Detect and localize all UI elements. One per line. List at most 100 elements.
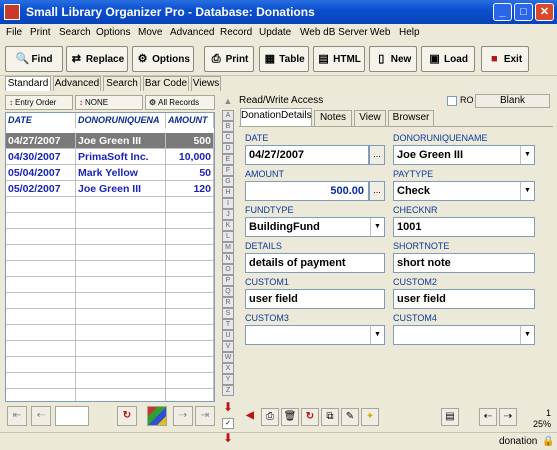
menu-update[interactable]: Update <box>259 27 291 38</box>
refresh-icon[interactable]: ↻ <box>117 406 137 426</box>
column-header-amount[interactable]: AMOUNT <box>166 113 214 128</box>
tab-bar-code[interactable]: Bar Code <box>143 76 189 91</box>
custom2-field[interactable]: user field <box>393 289 535 309</box>
menu-web-db-server[interactable]: Web dB Server <box>300 27 368 38</box>
alphabet-key-e[interactable]: E <box>222 154 234 165</box>
delete-icon[interactable]: 🗑 <box>281 408 299 426</box>
tab-donation-details[interactable]: DonationDetails <box>240 108 312 126</box>
sort-entry-order-button[interactable]: ↕ Entry Order <box>5 95 73 110</box>
refresh-record-icon[interactable]: ↻ <box>301 408 319 426</box>
fundtype-field[interactable]: BuildingFund <box>245 217 385 237</box>
column-header-donor[interactable]: DONORUNIQUENA <box>76 113 166 128</box>
table-row[interactable]: 04/27/2007 Joe Green III 500 <box>6 133 214 149</box>
next-page-icon[interactable]: ⇢ <box>173 406 193 426</box>
alphabet-key-c[interactable]: C <box>222 132 234 143</box>
html-button[interactable]: ▤ HTML <box>313 46 365 72</box>
alphabet-key-q[interactable]: Q <box>222 286 234 297</box>
alphabet-key-t[interactable]: T <box>222 319 234 330</box>
down-arrow-icon[interactable]: ⬇ <box>222 401 234 413</box>
menu-search[interactable]: Search <box>59 27 91 38</box>
alphabet-key-k[interactable]: K <box>222 220 234 231</box>
alphabet-key-x[interactable]: X <box>222 363 234 374</box>
donor-field[interactable]: Joe Green III <box>393 145 535 165</box>
tip-lightbulb-icon[interactable]: ✦ <box>361 408 379 426</box>
menu-advanced[interactable]: Advanced <box>170 27 214 38</box>
alphabet-key-r[interactable]: R <box>222 297 234 308</box>
alphabet-key-p[interactable]: P <box>222 275 234 286</box>
read-only-checkbox[interactable] <box>447 96 457 106</box>
alphabet-key-l[interactable]: L <box>222 231 234 242</box>
check-box[interactable]: ✓ <box>222 418 234 429</box>
down-arrow-icon[interactable]: ⬇ <box>223 432 233 444</box>
alphabet-key-i[interactable]: I <box>222 198 234 209</box>
print-button[interactable]: ⎙ Print <box>204 46 254 72</box>
checknr-field[interactable]: 1001 <box>393 217 535 237</box>
last-record-icon[interactable]: ⇥ <box>195 406 215 426</box>
paytype-dropdown-icon[interactable]: ▼ <box>520 182 534 200</box>
tab-standard[interactable]: Standard <box>5 76 51 91</box>
custom1-field[interactable]: user field <box>245 289 385 309</box>
previous-page-icon[interactable]: ⇠ <box>31 406 51 426</box>
alphabet-key-y[interactable]: Y <box>222 374 234 385</box>
alphabet-key-o[interactable]: O <box>222 264 234 275</box>
alphabet-key-w[interactable]: W <box>222 352 234 363</box>
donor-dropdown-icon[interactable]: ▼ <box>520 146 534 164</box>
tab-notes[interactable]: Notes <box>314 110 352 126</box>
alphabet-key-s[interactable]: S <box>222 308 234 319</box>
details-field[interactable]: details of payment <box>245 253 385 273</box>
tab-views[interactable]: Views <box>191 76 221 91</box>
menu-options[interactable]: Options <box>96 27 130 38</box>
alphabet-key-g[interactable]: G <box>222 176 234 187</box>
filter-all-records-button[interactable]: ⚙ All Records <box>145 95 215 110</box>
amount-field[interactable]: 500.00 <box>245 181 369 201</box>
table-row[interactable]: 05/02/2007 Joe Green III 120 <box>6 181 214 197</box>
alphabet-key-m[interactable]: M <box>222 242 234 253</box>
menu-record[interactable]: Record <box>220 27 252 38</box>
custom3-field[interactable] <box>245 325 385 345</box>
menu-print[interactable]: Print <box>30 27 51 38</box>
maximize-button[interactable]: □ <box>514 3 533 21</box>
custom4-dropdown-icon[interactable]: ▼ <box>520 326 534 344</box>
alphabet-key-h[interactable]: H <box>222 187 234 198</box>
menu-help[interactable]: Help <box>399 27 420 38</box>
color-palette-icon[interactable] <box>147 406 167 426</box>
alphabet-key-f[interactable]: F <box>222 165 234 176</box>
date-picker-button[interactable]: ... <box>369 145 385 165</box>
alphabet-key-z[interactable]: Z <box>222 385 234 396</box>
alphabet-key-j[interactable]: J <box>222 209 234 220</box>
new-button[interactable]: ▯ New <box>369 46 417 72</box>
alphabet-key-n[interactable]: N <box>222 253 234 264</box>
record-number-input[interactable] <box>55 406 89 426</box>
menu-move[interactable]: Move <box>138 27 162 38</box>
next-record-icon[interactable]: ⇢ <box>499 408 517 426</box>
custom3-dropdown-icon[interactable]: ▼ <box>370 326 384 344</box>
first-record-icon[interactable]: ⇤ <box>7 406 27 426</box>
minimize-button[interactable]: _ <box>493 3 512 21</box>
options-button[interactable]: ⚙ Options <box>132 46 194 72</box>
alphabet-key-d[interactable]: D <box>222 143 234 154</box>
paytype-field[interactable]: Check <box>393 181 535 201</box>
find-button[interactable]: 🔍 Find <box>5 46 63 72</box>
secondary-sort-button[interactable]: ↕ NONE <box>75 95 143 110</box>
exit-button[interactable]: ■ Exit <box>481 46 529 72</box>
tab-view[interactable]: View <box>354 110 386 126</box>
replace-button[interactable]: ⇄ Replace <box>66 46 128 72</box>
table-row[interactable]: 05/04/2007 Mark Yellow 50 <box>6 165 214 181</box>
shortnote-field[interactable]: short note <box>393 253 535 273</box>
records-grid[interactable]: DATE DONORUNIQUENA AMOUNT 04/27/2007 Joe… <box>5 112 215 402</box>
menu-file[interactable]: File <box>6 27 22 38</box>
tab-advanced[interactable]: Advanced <box>53 76 101 91</box>
menu-web[interactable]: Web <box>370 27 390 38</box>
table-row[interactable]: 04/30/2007 PrimaSoft Inc. 10,000 <box>6 149 214 165</box>
custom4-field[interactable] <box>393 325 535 345</box>
tab-browser[interactable]: Browser <box>388 110 434 126</box>
report-icon[interactable]: ▤ <box>441 408 459 426</box>
previous-record-icon[interactable]: ⇠ <box>479 408 497 426</box>
table-button[interactable]: ▦ Table <box>259 46 309 72</box>
date-field[interactable]: 04/27/2007 <box>245 145 369 165</box>
tab-search[interactable]: Search <box>103 76 141 91</box>
back-arrow-icon[interactable]: ◀ <box>241 408 259 426</box>
column-header-date[interactable]: DATE <box>6 113 76 128</box>
close-button[interactable]: ✕ <box>535 3 554 21</box>
alphabet-key-b[interactable]: B <box>222 121 234 132</box>
